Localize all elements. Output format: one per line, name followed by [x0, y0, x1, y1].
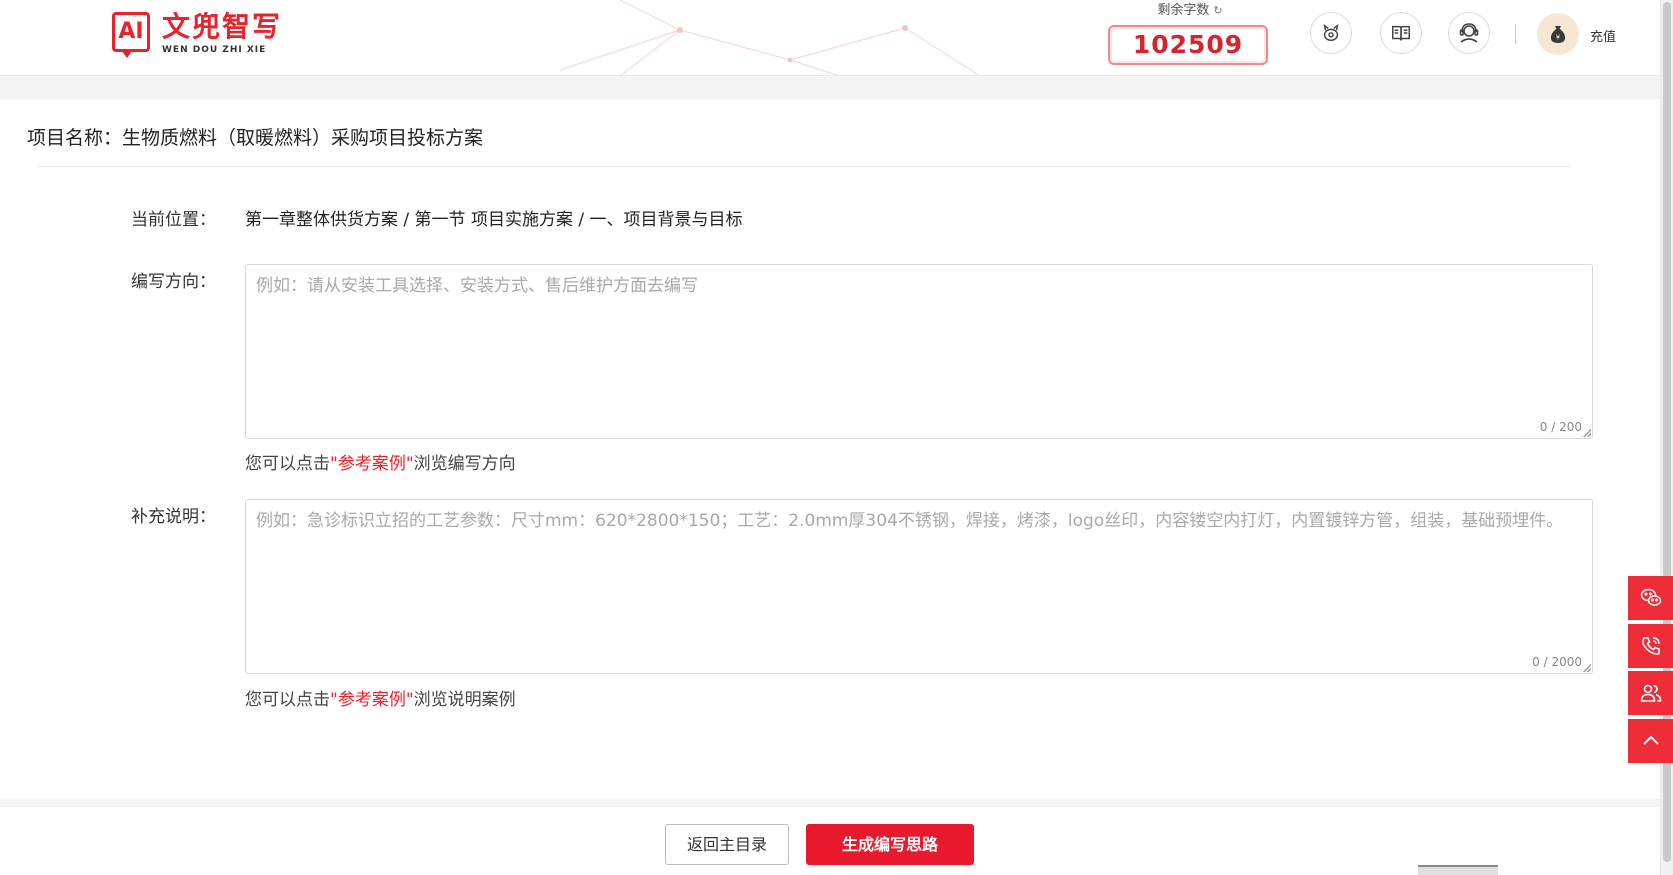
back-to-top-icon [1642, 735, 1659, 745]
guide-book-button[interactable] [1380, 12, 1422, 54]
header-gap [0, 77, 1660, 99]
logo-mark: AI [112, 12, 150, 58]
location-label: 当前位置： [131, 210, 216, 230]
group-icon [1640, 684, 1661, 702]
project-title: 项目名称：生物质燃料（取暖燃料）采购项目投标方案 [27, 127, 484, 149]
supplement-input-box: 0 / 2000 [245, 499, 1593, 674]
main-content: 项目名称：生物质燃料（取暖燃料）采购项目投标方案 当前位置： 第一章整体供货方案… [0, 99, 1660, 799]
book-icon [1392, 25, 1410, 41]
supplement-label: 补充说明： [131, 507, 216, 527]
back-to-catalog-button[interactable]: 返回主目录 [665, 824, 789, 865]
direction-hint: 您可以点击"参考案例"浏览编写方向 [245, 449, 516, 474]
footer-gap [0, 799, 1660, 807]
title-divider [38, 166, 1570, 167]
breadcrumb: 第一章整体供货方案 / 第一节 项目实施方案 / 一、项目背景与目标 [245, 210, 743, 230]
supplement-input[interactable] [246, 500, 1592, 673]
money-bag-icon: ¥ [1550, 26, 1566, 43]
supplement-hint-suffix: 浏览说明案例 [413, 690, 516, 710]
supplement-hint-prefix: 您可以点击 [245, 690, 330, 710]
remaining-words-label-row: 剩余字数 ↻ [1108, 2, 1272, 20]
supplement-reference-link[interactable]: "参考案例" [330, 690, 414, 710]
customer-service-button[interactable] [1448, 12, 1490, 54]
remaining-words: 剩余字数 ↻ 102509 [1108, 2, 1272, 65]
group-button[interactable] [1628, 671, 1673, 715]
header-decoration [560, 0, 980, 75]
remaining-words-label: 剩余字数 [1157, 3, 1210, 18]
direction-input-box: 0 / 200 [245, 264, 1593, 439]
svg-text:¥: ¥ [1556, 34, 1561, 42]
logo-name-en: WEN DOU ZHI XIE [162, 45, 267, 55]
customer-service-icon [1459, 23, 1479, 43]
direction-hint-prefix: 您可以点击 [245, 454, 330, 474]
direction-label: 编写方向： [131, 272, 216, 292]
direction-hint-suffix: 浏览编写方向 [413, 454, 516, 474]
phone-icon [1641, 637, 1660, 655]
back-to-top-button[interactable] [1628, 719, 1673, 763]
direction-counter: 0 / 200 [1539, 420, 1582, 434]
logo[interactable]: AI 文兜智写 WEN DOU ZHI XIE [112, 10, 282, 58]
horizontal-scrollbar[interactable] [1418, 865, 1498, 875]
refresh-icon[interactable]: ↻ [1213, 4, 1222, 17]
resize-grip[interactable] [1583, 429, 1591, 437]
avatar[interactable]: ¥ [1537, 13, 1579, 55]
wechat-icon [1640, 588, 1661, 606]
top-header: AI 文兜智写 WEN DOU ZHI XIE 剩余字数 ↻ 102509 ¥ … [0, 0, 1660, 76]
supplement-hint: 您可以点击"参考案例"浏览说明案例 [245, 685, 516, 710]
recharge-link[interactable]: 充值 [1590, 26, 1616, 45]
footer-actions: 返回主目录 生成编写思路 [0, 807, 1660, 875]
direction-input[interactable] [246, 265, 1592, 438]
logo-text: 文兜智写 WEN DOU ZHI XIE [162, 10, 282, 56]
piggy-bank-icon [1323, 23, 1339, 42]
logo-name-cn: 文兜智写 [162, 10, 283, 43]
piggy-bank-button[interactable] [1310, 12, 1352, 54]
generate-outline-button[interactable]: 生成编写思路 [806, 824, 974, 865]
resize-grip[interactable] [1583, 664, 1591, 672]
supplement-counter: 0 / 2000 [1532, 655, 1582, 669]
wechat-button[interactable] [1628, 576, 1673, 620]
remaining-words-count: 102509 [1108, 25, 1268, 65]
direction-reference-link[interactable]: "参考案例" [330, 454, 414, 474]
phone-button[interactable] [1628, 624, 1673, 668]
header-divider [1515, 24, 1516, 44]
